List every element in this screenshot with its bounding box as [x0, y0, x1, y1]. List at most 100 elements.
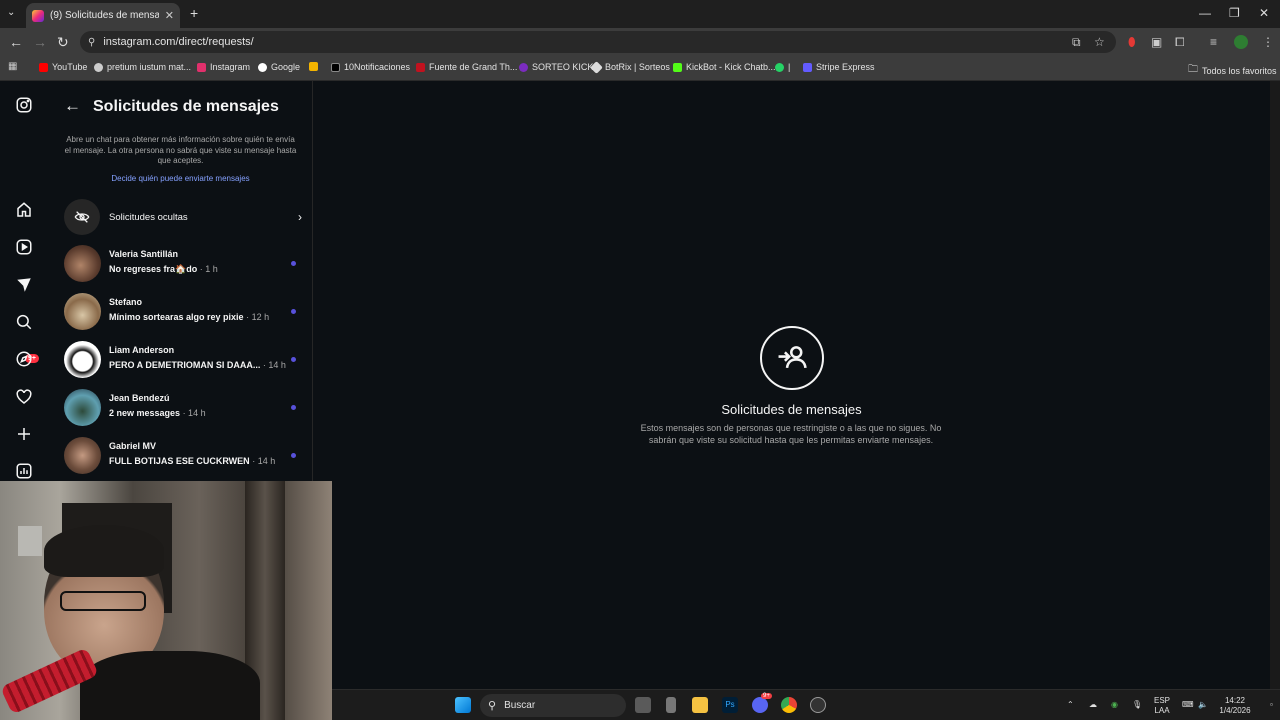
profile-avatar[interactable] [1234, 35, 1248, 49]
task-view-icon[interactable] [635, 697, 651, 713]
bookmark-youtube[interactable]: YouTube [39, 62, 87, 72]
bookmark-kickbot[interactable]: KickBot - Kick Chatb... [673, 62, 776, 72]
obs-icon[interactable] [810, 697, 826, 713]
back-icon[interactable]: ← [9, 34, 23, 50]
bookmark-sorteo-kick[interactable]: SORTEO KICK [519, 62, 593, 72]
photoshop-icon[interactable]: Ps [722, 697, 738, 713]
bookmark-botrix[interactable]: BotRix | Sorteos [590, 60, 670, 74]
notifications-heart-icon[interactable] [15, 388, 33, 406]
bookmark-fuente-gta[interactable]: Fuente de Grand Th... [416, 62, 517, 72]
extension-red-icon[interactable]: ⬮ [1128, 35, 1136, 49]
extension-icon[interactable]: ▣ [1151, 35, 1162, 49]
message-preview: Mínimo sortearas algo rey pixie · 12 h [109, 312, 270, 322]
sender-name: Liam Anderson [109, 345, 175, 355]
windows-taskbar: ⚲ Buscar Ps 9+ ⌃ ☁ ◉ 🎙 ESP LAA ⌨ 🔈 14:22… [332, 689, 1280, 720]
create-plus-icon[interactable] [15, 425, 33, 443]
apps-grid-icon[interactable]: ▦ [8, 61, 17, 72]
bookmark-colored[interactable] [309, 62, 318, 71]
new-tab-button[interactable]: + [190, 5, 198, 21]
google-icon [258, 62, 267, 72]
person-glasses [60, 591, 146, 611]
mic-icon[interactable]: 🎙 [1132, 700, 1142, 710]
page-scrollbar[interactable] [1270, 81, 1280, 689]
tab-close-icon[interactable]: ✕ [165, 9, 174, 22]
empty-state-description: Estos mensajes son de personas que restr… [640, 423, 942, 445]
message-request-item[interactable]: Jean Bendezú 2 new messages · 14 h [64, 388, 304, 428]
bookmark-10notificaciones[interactable]: 10Notificaciones [331, 62, 410, 72]
decide-who-link[interactable]: Decide quién puede enviarte mensajes [48, 174, 313, 183]
bookmark-star-icon[interactable]: ☆ [1094, 35, 1105, 49]
panel-title: Solicitudes de mensajes [93, 98, 279, 115]
x-icon [331, 62, 340, 72]
discord-icon[interactable] [752, 697, 768, 713]
bookmark-pretium[interactable]: pretium iustum mat... [94, 62, 191, 72]
file-explorer-icon[interactable] [692, 697, 708, 713]
media-controls-icon[interactable]: ≡ [1210, 35, 1217, 49]
bookmark-instagram[interactable]: Instagram [197, 62, 250, 72]
bookmark-google[interactable]: Google [258, 62, 300, 72]
instagram-favicon-icon [32, 9, 44, 22]
explore-compass-icon[interactable] [15, 350, 33, 368]
shield-icon[interactable]: ◉ [1111, 700, 1118, 710]
instagram-logo-icon[interactable] [15, 96, 33, 114]
instagram-icon [197, 62, 206, 72]
eye-off-icon [64, 199, 100, 235]
site-info-icon[interactable]: ⚲ [88, 37, 95, 48]
dashboard-chart-icon[interactable] [15, 462, 33, 480]
maximize-button[interactable]: ❐ [1229, 6, 1240, 20]
chrome-icon[interactable] [781, 697, 797, 713]
search-icon[interactable] [15, 313, 33, 331]
globe-icon [94, 62, 103, 72]
windows-start-icon[interactable] [455, 697, 471, 713]
message-preview: PERO A DEMETRIOMAN SI DAAA... · 14 h [109, 360, 286, 370]
install-app-icon[interactable]: ⧉ [1072, 35, 1081, 49]
language-indicator[interactable]: ESP LAA [1154, 696, 1170, 716]
active-tab[interactable]: (9) Solicitudes de mensajes • M ✕ [26, 3, 180, 28]
discord-badge: 9+ [761, 693, 772, 699]
taskbar-search[interactable]: ⚲ Buscar [480, 694, 626, 717]
kick-icon [519, 62, 528, 72]
message-preview: FULL BOTIJAS ESE CUCKRWEN · 14 h [109, 456, 276, 466]
requests-intro-text: Abre un chat para obtener más informació… [64, 135, 297, 165]
sender-name: Valeria Santillán [109, 249, 179, 259]
bookmarks-bar: ▦ YouTube pretium iustum mat... Instagra… [0, 56, 1280, 81]
volume-icon[interactable]: 🔈 [1198, 700, 1208, 710]
empty-state-title: Solicitudes de mensajes [721, 402, 862, 417]
message-request-item[interactable]: Gabriel MV FULL BOTIJAS ESE CUCKRWEN · 1… [64, 436, 304, 476]
chrome-menu-icon[interactable]: ⋮ [1262, 35, 1274, 49]
reload-icon[interactable]: ↻ [57, 34, 69, 50]
address-bar[interactable]: ⚲ instagram.com/direct/requests/ [80, 31, 1116, 53]
extensions-puzzle-icon[interactable]: ⧠ [1175, 35, 1185, 49]
sender-name: Gabriel MV [109, 441, 157, 451]
url-text: instagram.com/direct/requests/ [103, 36, 254, 48]
cloud-icon[interactable]: ☁ [1089, 700, 1097, 710]
message-request-item[interactable]: Valeria Santillán No regreses fra🏠do · 1… [64, 244, 304, 284]
back-arrow-icon[interactable]: ← [64, 96, 81, 116]
hidden-requests-label: Solicitudes ocultas [109, 211, 188, 223]
reels-icon[interactable] [15, 238, 33, 256]
tray-overflow-icon[interactable]: ⌃ [1067, 700, 1074, 710]
message-request-item[interactable]: Stefano Mínimo sortearas algo rey pixie … [64, 292, 304, 332]
bookmark-stripe[interactable]: Stripe Express [803, 62, 875, 72]
webcam-overlay [0, 481, 332, 720]
unread-dot [291, 261, 296, 266]
minimize-button[interactable]: — [1199, 6, 1211, 20]
clock[interactable]: 14:22 1/4/2026 [1210, 696, 1260, 716]
device-icon[interactable] [666, 697, 676, 713]
network-icon[interactable]: ⌨ [1182, 700, 1194, 710]
person-hair [44, 525, 164, 577]
message-request-item[interactable]: Liam Anderson PERO A DEMETRIOMAN SI DAAA… [64, 340, 304, 380]
messenger-icon[interactable] [15, 276, 33, 294]
wall-sign [18, 526, 42, 556]
home-icon[interactable] [15, 201, 33, 219]
tab-search-icon[interactable]: ⌄ [7, 7, 15, 18]
message-preview: No regreses fra🏠do · 1 h [109, 264, 218, 274]
bookmark-whatsapp[interactable]: | [775, 62, 790, 72]
search-icon: ⚲ [488, 700, 497, 712]
all-bookmarks[interactable]: 🗀 Todos los favoritos [1188, 62, 1277, 79]
hidden-requests-row[interactable]: Solicitudes ocultas › [64, 199, 304, 235]
notifications-icon[interactable]: ▫ [1270, 700, 1273, 710]
close-window-button[interactable]: ✕ [1259, 6, 1269, 20]
avatar [64, 341, 101, 378]
forward-icon[interactable]: → [33, 34, 47, 50]
